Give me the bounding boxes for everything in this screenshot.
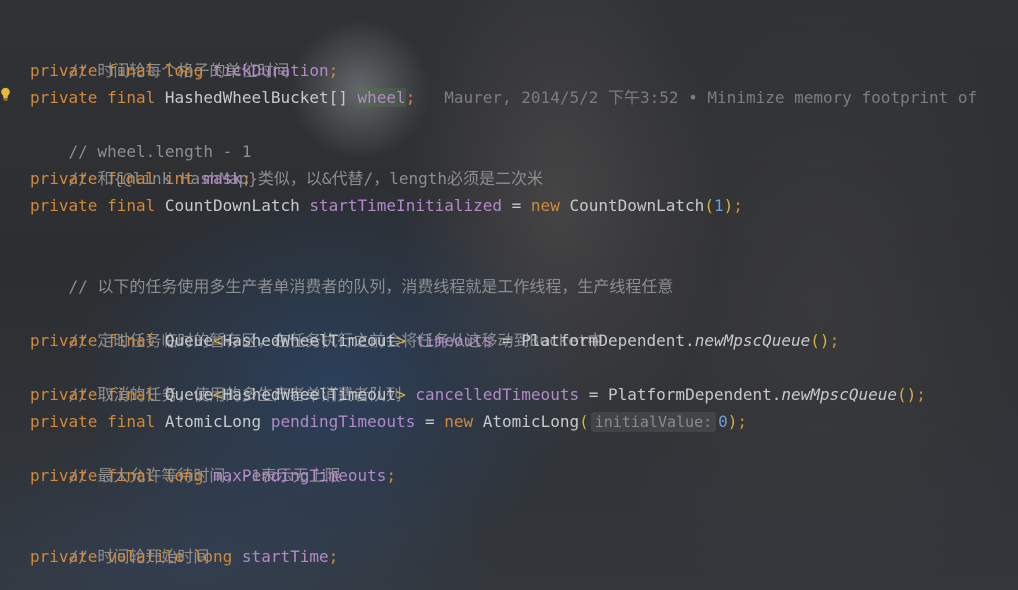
semicolon: ; — [328, 547, 339, 566]
semicolon: ; — [737, 412, 748, 431]
constructor-name: CountDownLatch — [569, 196, 705, 215]
angle-open: < — [213, 385, 223, 404]
paren-close: ) — [906, 385, 917, 404]
git-blame-annotation[interactable]: Maurer, 2014/5/2 下午3:52 • Minimize memor… — [415, 88, 977, 107]
field-name: mask — [203, 169, 242, 188]
paren-close: ) — [723, 196, 734, 215]
keyword: private final — [30, 385, 165, 404]
comment: // 以下的任务使用多生产者单消费者的队列，消费线程就是工作线程，生产线程任意 — [68, 277, 674, 296]
field-name: maxPendingTimeouts — [213, 466, 387, 485]
keyword: private final — [30, 196, 165, 215]
class-name: PlatformDependent. — [608, 385, 782, 404]
paren-open: ( — [579, 412, 589, 431]
field-name: tickDuration — [213, 61, 329, 80]
keyword: private final — [30, 412, 165, 431]
angle-close: > — [396, 331, 416, 350]
angle-open: < — [213, 331, 223, 350]
code-line-19[interactable]: // 时间轮开始时间 — [30, 516, 210, 566]
code-line-11[interactable]: // 定时任务临时的暂存区，在任务执行之前会将任务从这移动到Bucket中 — [30, 300, 604, 350]
semicolon: ; — [733, 196, 743, 215]
code-line-13[interactable]: // 取消的任务，使用的多生产者单消费者队列 — [30, 354, 402, 404]
code-line-5[interactable]: // 和{@link HashMap}类似，以&代替/，length必须是二次米 — [30, 138, 543, 188]
field-name: startTime — [241, 547, 329, 566]
code-line-16[interactable]: // 最大允许等待时间，-1表示无上限 — [30, 435, 341, 485]
keyword: private final long — [30, 466, 214, 485]
code-line-1[interactable]: // 时间轮每个格子的单位时间 — [30, 30, 290, 80]
type-name: CountDownLatch — [164, 196, 310, 215]
code-line-20[interactable]: private volatile long startTime; — [30, 543, 338, 570]
keyword: private final int — [30, 169, 204, 188]
angle-close: > — [396, 385, 416, 404]
field-name: wheel — [357, 88, 406, 107]
code-editor[interactable]: // 时间轮每个格子的单位时间 private final long tickD… — [0, 0, 1018, 590]
paren-open: ( — [704, 196, 714, 215]
code-line-2[interactable]: private final long tickDuration; — [30, 57, 338, 84]
semicolon: ; — [916, 385, 926, 404]
new-keyword: new — [530, 196, 570, 215]
keyword: private volatile long — [30, 547, 242, 566]
code-line-9[interactable]: // 以下的任务使用多生产者单消费者的队列，消费线程就是工作线程，生产线程任意 — [30, 246, 674, 296]
code-line-4[interactable]: // wheel.length - 1 — [30, 111, 252, 161]
keyword: private final — [30, 331, 165, 350]
number-literal: 1 — [713, 196, 724, 215]
paren-open: ( — [810, 331, 820, 350]
operator: = — [492, 331, 522, 350]
new-keyword: new — [444, 412, 483, 431]
class-name: PlatformDependent. — [521, 331, 695, 350]
code-line-12[interactable]: private final Queue<HashedWheelTimeout> … — [30, 327, 839, 354]
semicolon: ; — [328, 61, 339, 80]
field-name: timeouts — [415, 331, 493, 350]
type-name: Queue — [164, 331, 214, 350]
code-line-14[interactable]: private final Queue<HashedWheelTimeout> … — [30, 381, 926, 408]
semicolon: ; — [405, 88, 416, 107]
type-name: Queue — [164, 385, 214, 404]
lightbulb-icon[interactable] — [1, 87, 10, 102]
static-method: newMpscQueue — [781, 385, 897, 404]
type-name: AtomicLong — [164, 412, 271, 431]
paren-close: ) — [819, 331, 830, 350]
code-line-6[interactable]: private final int mask; — [30, 165, 252, 192]
keyword: private final long — [30, 61, 214, 80]
code-line-15[interactable]: private final AtomicLong pendingTimeouts… — [30, 408, 747, 435]
code-line-3[interactable]: private final HashedWheelBucket[] wheel;… — [30, 84, 977, 111]
paren-open: ( — [896, 385, 907, 404]
semicolon: ; — [241, 169, 252, 188]
field-name: startTimeInitialized — [309, 196, 503, 215]
semicolon: ; — [829, 331, 840, 350]
operator: = — [502, 196, 531, 215]
type-name: HashedWheelTimeout — [222, 331, 397, 350]
code-line-7[interactable]: private final CountDownLatch startTimeIn… — [30, 192, 743, 219]
operator: = — [579, 385, 608, 404]
type-name: HashedWheelTimeout — [222, 385, 397, 404]
parameter-hint: initialValue: — [590, 412, 717, 432]
field-name: cancelledTimeouts — [415, 385, 580, 404]
semicolon: ; — [386, 466, 397, 485]
constructor-name: AtomicLong — [482, 412, 580, 431]
type-name: HashedWheelBucket[] — [164, 88, 358, 107]
static-method: newMpscQueue — [694, 331, 811, 350]
code-line-17[interactable]: private final long maxPendingTimeouts; — [30, 462, 396, 489]
number-literal: 0 — [718, 412, 728, 431]
operator: = — [415, 412, 445, 431]
keyword: private final — [30, 88, 165, 107]
field-name: pendingTimeouts — [270, 412, 416, 431]
paren-close: ) — [727, 412, 738, 431]
